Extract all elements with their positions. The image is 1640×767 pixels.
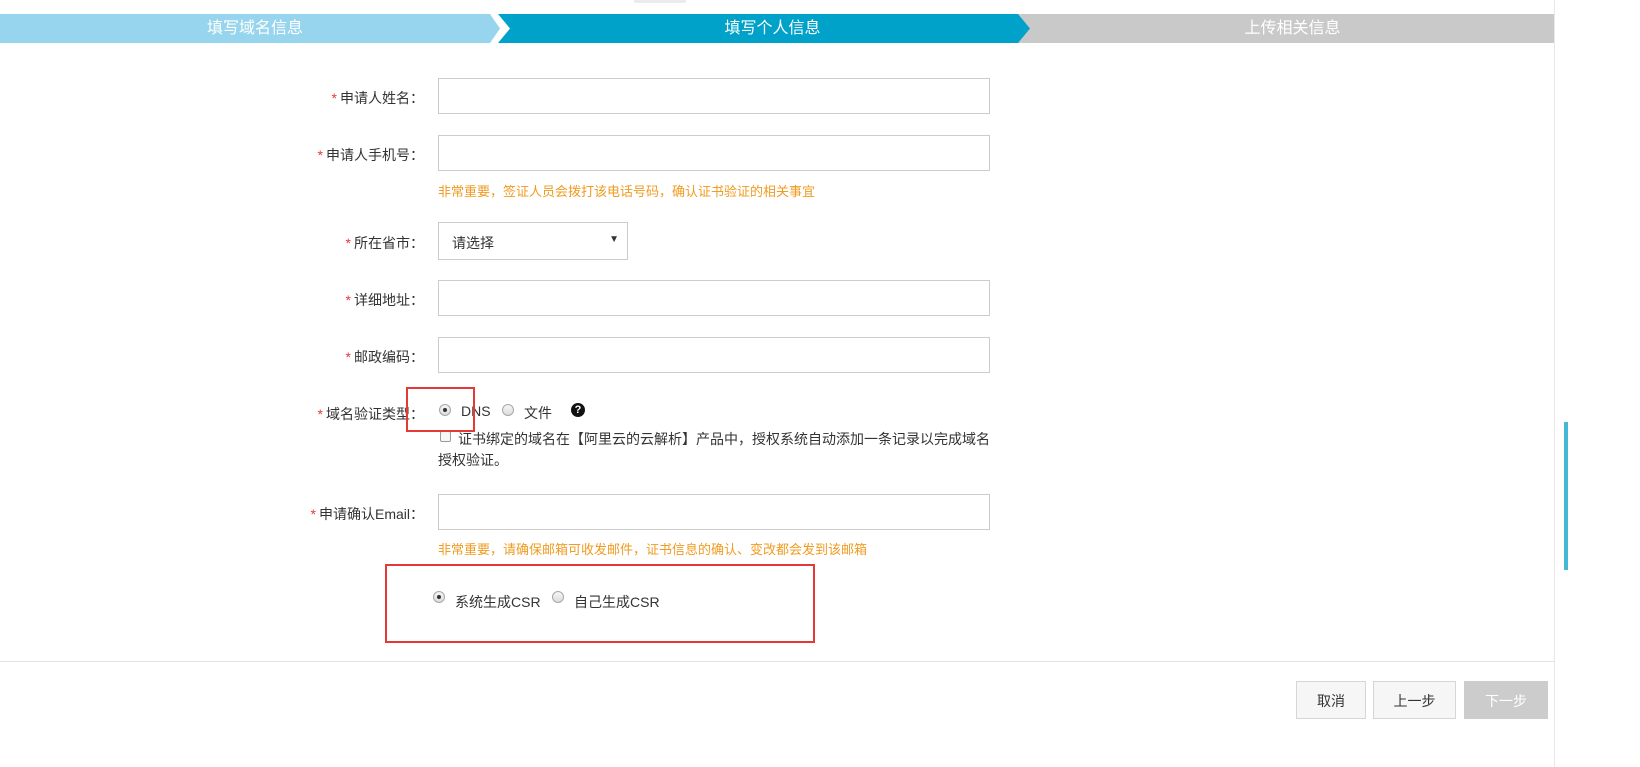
help-icon[interactable]: ? [571,403,585,417]
name-label: * 申请人姓名： [331,90,424,106]
right-border [1554,0,1555,767]
name-input[interactable] [439,79,989,113]
verify-file-radio[interactable] [502,404,514,416]
required-mark: * [345,292,351,308]
footer-divider [0,661,1555,662]
email-field[interactable] [438,494,990,530]
postcode-label: * 邮政编码： [345,349,424,365]
email-hint: 非常重要，请确保邮箱可收发邮件，证书信息的确认、变改都会发到该邮箱 [438,542,868,557]
step-label: 上传相关信息 [1244,20,1341,37]
email-label: * 申请确认Email： [310,506,424,522]
step-label: 填写个人信息 [724,20,821,37]
required-mark: * [317,147,323,163]
auto-dns-text: 证书绑定的域名在【阿里云的云解析】产品中，授权系统自动添加一条记录以完成域名授权… [438,431,990,468]
province-selected-value: 请选择 [452,235,494,251]
required-mark: * [310,506,316,522]
required-mark: * [317,406,323,422]
highlight-box-dns [406,387,475,432]
province-label: * 所在省市： [345,235,424,251]
required-mark: * [345,349,351,365]
prev-step-button[interactable]: 上一步 [1373,681,1456,719]
required-mark: * [331,90,337,106]
email-input[interactable] [439,495,989,529]
name-field[interactable] [438,78,990,114]
highlight-box-csr [385,564,815,643]
phone-label: * 申请人手机号： [317,147,424,163]
postcode-input[interactable] [439,338,989,372]
address-field[interactable] [438,280,990,316]
cancel-button[interactable]: 取消 [1296,681,1366,719]
phone-input[interactable] [439,136,989,170]
province-select[interactable]: 请选择 ▼ [438,222,628,260]
caret-down-icon: ▼ [609,234,619,245]
side-feedback-tab[interactable] [1564,422,1568,570]
phone-hint: 非常重要，签证人员会拨打该电话号码，确认证书验证的相关事宜 [438,184,816,199]
phone-field[interactable] [438,135,990,171]
verify-file-label[interactable]: 文件 [524,403,552,423]
next-step-button[interactable]: 下一步 [1464,681,1548,719]
address-input[interactable] [439,281,989,315]
progress-steps: 填写域名信息 填写个人信息 上传相关信息 [0,14,1555,43]
top-tab-indicator [634,0,686,3]
step-label: 填写域名信息 [206,20,303,37]
step-personal-info: 填写个人信息 [498,14,1033,43]
postcode-field[interactable] [438,337,990,373]
required-mark: * [345,235,351,251]
address-label: * 详细地址： [345,292,424,308]
step-domain-info: 填写域名信息 [0,14,500,43]
step-upload-info: 上传相关信息 [1018,14,1555,43]
